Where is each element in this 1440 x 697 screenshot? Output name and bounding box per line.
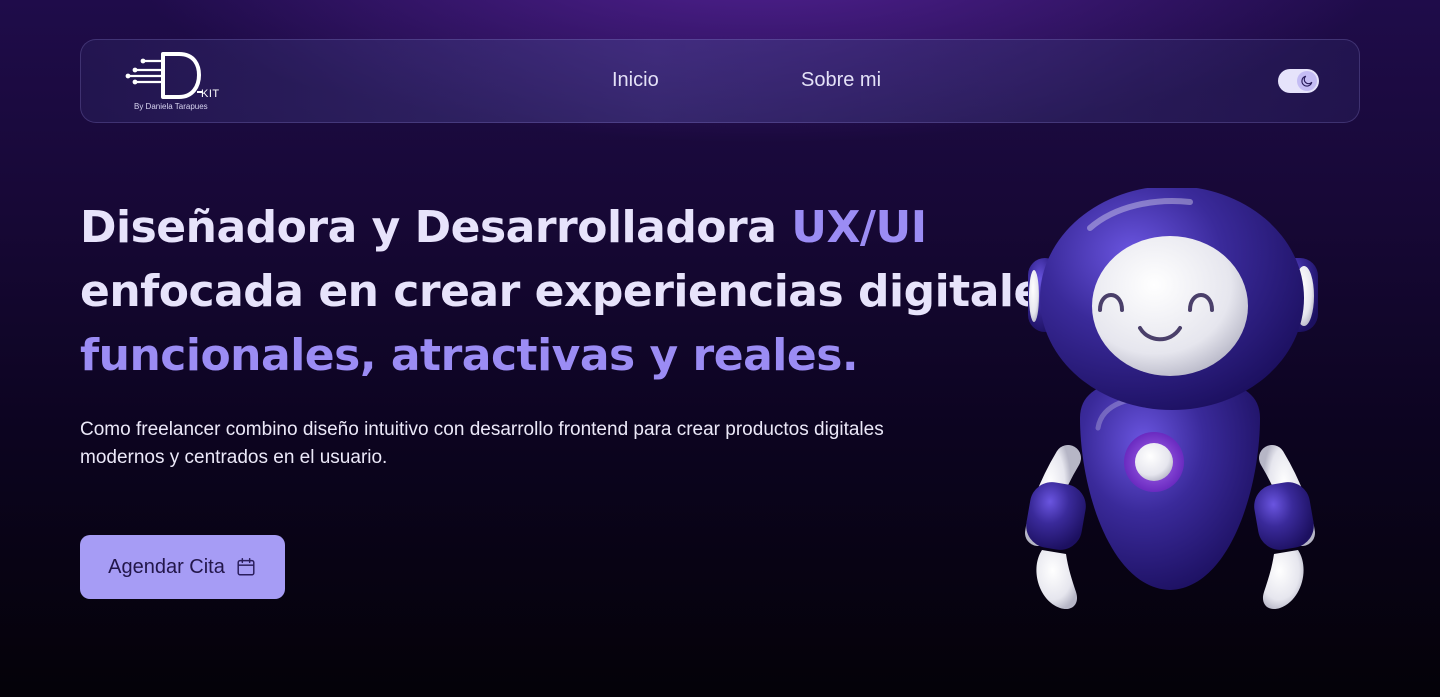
hero-title-line-1: Diseñadora y Desarrolladora UX/UI <box>80 196 1000 260</box>
theme-toggle[interactable] <box>1278 69 1319 93</box>
nav-link-sobre-mi[interactable]: Sobre mi <box>801 69 881 92</box>
hero-title-accent-uxui: UX/UI <box>791 202 927 253</box>
moon-icon <box>1301 75 1313 87</box>
toggle-knob <box>1297 71 1317 91</box>
cta-label: Agendar Cita <box>108 555 225 578</box>
hero-description: Como freelancer combino diseño intuitivo… <box>80 419 884 468</box>
robot-mascot-illustration <box>1025 188 1318 610</box>
logo[interactable]: KIT By Daniela Tarapues <box>123 48 223 116</box>
logo-byline: By Daniela Tarapues <box>134 102 208 111</box>
hero-title-line-1-text: Diseñadora y Desarrolladora <box>80 202 792 253</box>
hero-title: Diseñadora y Desarrolladora UX/UI enfoca… <box>80 196 1069 388</box>
hero-title-line-2: enfocada en crear experiencias digitales <box>80 266 1069 317</box>
agendar-cita-button[interactable]: Agendar Cita <box>80 535 285 599</box>
logo-suffix: KIT <box>201 88 220 100</box>
navbar: KIT By Daniela Tarapues Inicio Sobre mi <box>80 39 1360 123</box>
calendar-icon <box>237 558 255 576</box>
nav-link-inicio[interactable]: Inicio <box>612 69 659 92</box>
hero-title-line-3: funcionales, atractivas y reales. <box>80 330 859 381</box>
